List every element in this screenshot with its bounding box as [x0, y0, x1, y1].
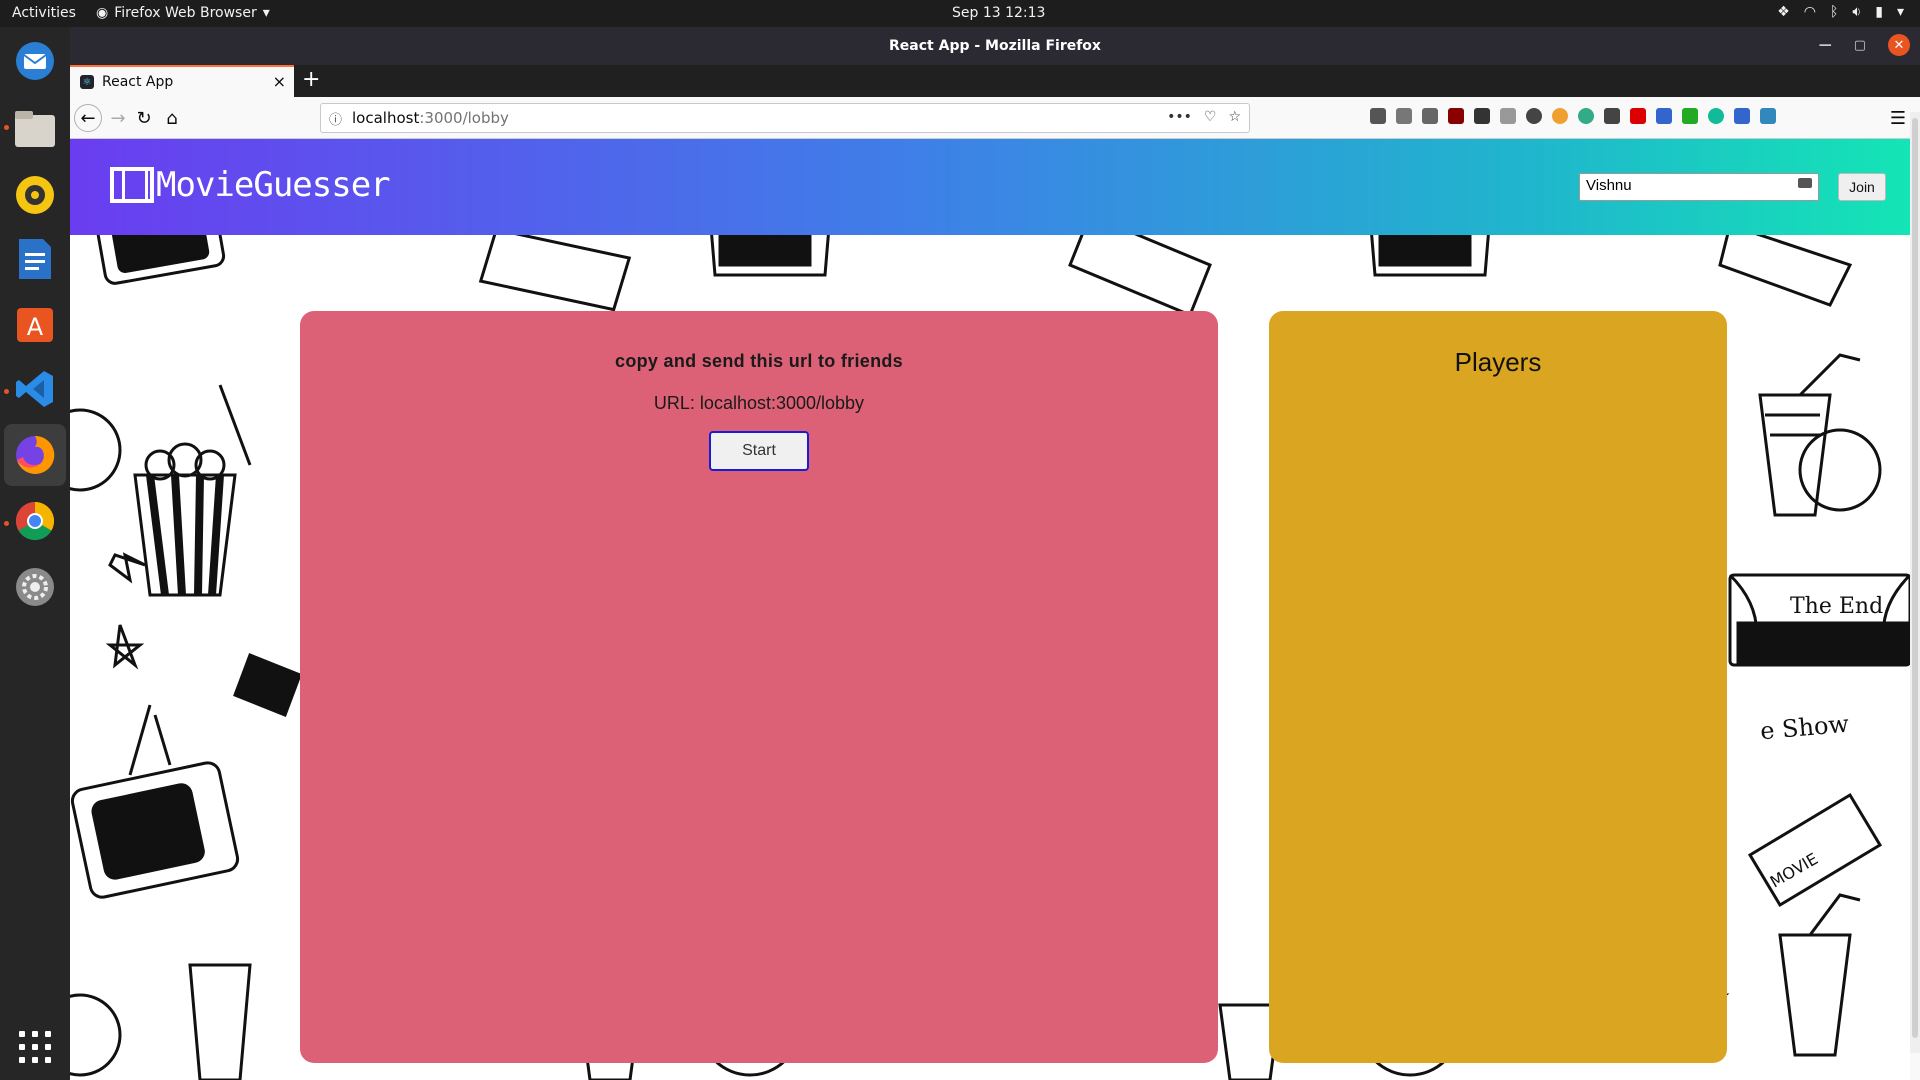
maximize-icon[interactable]: ▢: [1854, 38, 1866, 53]
clock[interactable]: Sep 13 12:13: [952, 5, 1045, 21]
players-panel: Players: [1269, 311, 1727, 1063]
extension-icon[interactable]: [1474, 108, 1490, 124]
start-button[interactable]: Start: [709, 431, 809, 471]
close-tab-icon[interactable]: ×: [273, 72, 286, 91]
volume-icon: 🔉︎: [1852, 4, 1862, 20]
svg-text:The End: The End: [1790, 594, 1883, 619]
players-title: Players: [1454, 347, 1542, 377]
page-actions-icon[interactable]: •••: [1167, 109, 1192, 125]
home-icon[interactable]: ⌂: [160, 106, 184, 130]
dock: A: [0, 27, 70, 1080]
extension-icon[interactable]: [1682, 108, 1698, 124]
firefox-icon: ◉: [96, 5, 109, 21]
logo-text: MovieGuesser: [156, 165, 391, 205]
url-host: localhost: [352, 109, 420, 127]
url-bar[interactable]: ⓘ localhost:3000/lobby ••• ♡ ☆: [320, 103, 1250, 133]
player-name-input[interactable]: Vishnu: [1579, 173, 1819, 201]
extension-icon[interactable]: [1656, 108, 1672, 124]
tab-title: React App: [102, 74, 174, 90]
minimize-icon[interactable]: —: [1819, 38, 1832, 53]
show-applications-icon[interactable]: [19, 1031, 51, 1063]
tab-strip: ⚛ React App × +: [70, 65, 1920, 97]
pocket-icon[interactable]: ♡: [1204, 109, 1217, 125]
chevron-down-icon: ▾: [262, 5, 270, 21]
film-strip-icon: [110, 167, 154, 203]
player-name-value: Vishnu: [1586, 177, 1632, 194]
site-info-icon[interactable]: ⓘ: [329, 109, 342, 128]
extension-icon[interactable]: [1708, 108, 1724, 124]
app-menu-label: Firefox Web Browser: [114, 5, 257, 21]
extension-icon[interactable]: [1630, 108, 1646, 124]
thunderbird-icon[interactable]: [11, 37, 59, 85]
settings-icon[interactable]: [11, 563, 59, 611]
extension-icon[interactable]: [1734, 108, 1750, 124]
reload-icon[interactable]: ↻: [132, 106, 156, 130]
menu-icon[interactable]: ☰: [1886, 106, 1910, 130]
library-icon[interactable]: [1370, 108, 1386, 124]
extension-icon[interactable]: [1526, 108, 1542, 124]
libreoffice-writer-icon[interactable]: [11, 235, 59, 283]
scrollbar-thumb[interactable]: [1912, 118, 1918, 1038]
vscode-icon[interactable]: [11, 365, 59, 413]
window-titlebar: React App - Mozilla Firefox — ▢ ✕: [70, 27, 1920, 65]
svg-text:A: A: [27, 313, 44, 341]
extension-icon[interactable]: [1422, 108, 1438, 124]
new-tab-icon[interactable]: +: [302, 67, 320, 92]
back-icon[interactable]: ←: [74, 104, 102, 132]
lobby-url: URL: localhost:3000/lobby: [653, 393, 865, 413]
chevron-down-icon: ▾: [1896, 4, 1904, 20]
page-scrollbar[interactable]: [1910, 112, 1920, 1053]
url-path: :3000/lobby: [419, 109, 509, 127]
extension-icon[interactable]: [1604, 108, 1620, 124]
movieguesser-logo[interactable]: MovieGuesser: [110, 165, 391, 205]
keyboard-icon: [1798, 178, 1812, 188]
software-center-icon[interactable]: A: [11, 299, 59, 347]
activities-button[interactable]: Activities: [12, 5, 76, 21]
react-favicon-icon: ⚛: [80, 75, 94, 89]
extension-icon[interactable]: [1760, 108, 1776, 124]
app-header: MovieGuesser Vishnu Join: [70, 139, 1910, 235]
dropbox-icon[interactable]: ❖: [1777, 4, 1790, 20]
extension-icon[interactable]: [1552, 108, 1568, 124]
extension-icon[interactable]: [1500, 108, 1516, 124]
close-window-icon[interactable]: ✕: [1888, 34, 1910, 56]
firefox-dock-icon[interactable]: [4, 424, 66, 486]
svg-text:e Show: e Show: [1759, 710, 1850, 746]
battery-icon: ▮: [1875, 4, 1883, 20]
app-menu[interactable]: ◉ Firefox Web Browser ▾: [96, 5, 270, 21]
tab-react-app[interactable]: ⚛ React App ×: [70, 65, 294, 97]
bookmark-star-icon[interactable]: ☆: [1228, 109, 1241, 125]
rhythmbox-icon[interactable]: [11, 171, 59, 219]
forward-icon[interactable]: →: [106, 106, 130, 130]
join-button[interactable]: Join: [1838, 173, 1886, 201]
bluetooth-icon: ᛒ: [1830, 4, 1839, 20]
ublock-icon[interactable]: [1448, 108, 1464, 124]
system-top-bar: Activities ◉ Firefox Web Browser ▾ Sep 1…: [0, 0, 1920, 27]
system-tray[interactable]: ❖ ◠ ᛒ 🔉︎ ▮ ▾: [1777, 4, 1904, 20]
files-icon[interactable]: [11, 105, 59, 153]
extension-icon[interactable]: [1578, 108, 1594, 124]
share-instruction: copy and send this url to friends: [615, 351, 903, 371]
extensions-toolbar: [1370, 108, 1776, 124]
lobby-panel: copy and send this url to friends URL: l…: [300, 311, 1218, 1063]
firefox-window: React App - Mozilla Firefox — ▢ ✕ ⚛ Reac…: [70, 27, 1920, 1080]
chrome-icon[interactable]: [11, 497, 59, 545]
sidebar-icon[interactable]: [1396, 108, 1412, 124]
wifi-icon: ◠: [1803, 4, 1817, 20]
window-title: React App - Mozilla Firefox: [889, 38, 1101, 54]
page-viewport: The End MOVIE e Show MovieGuesser Vishnu…: [70, 139, 1910, 1080]
navigation-toolbar: ← → ↻ ⌂ ⓘ localhost:3000/lobby ••• ♡ ☆: [70, 97, 1920, 139]
